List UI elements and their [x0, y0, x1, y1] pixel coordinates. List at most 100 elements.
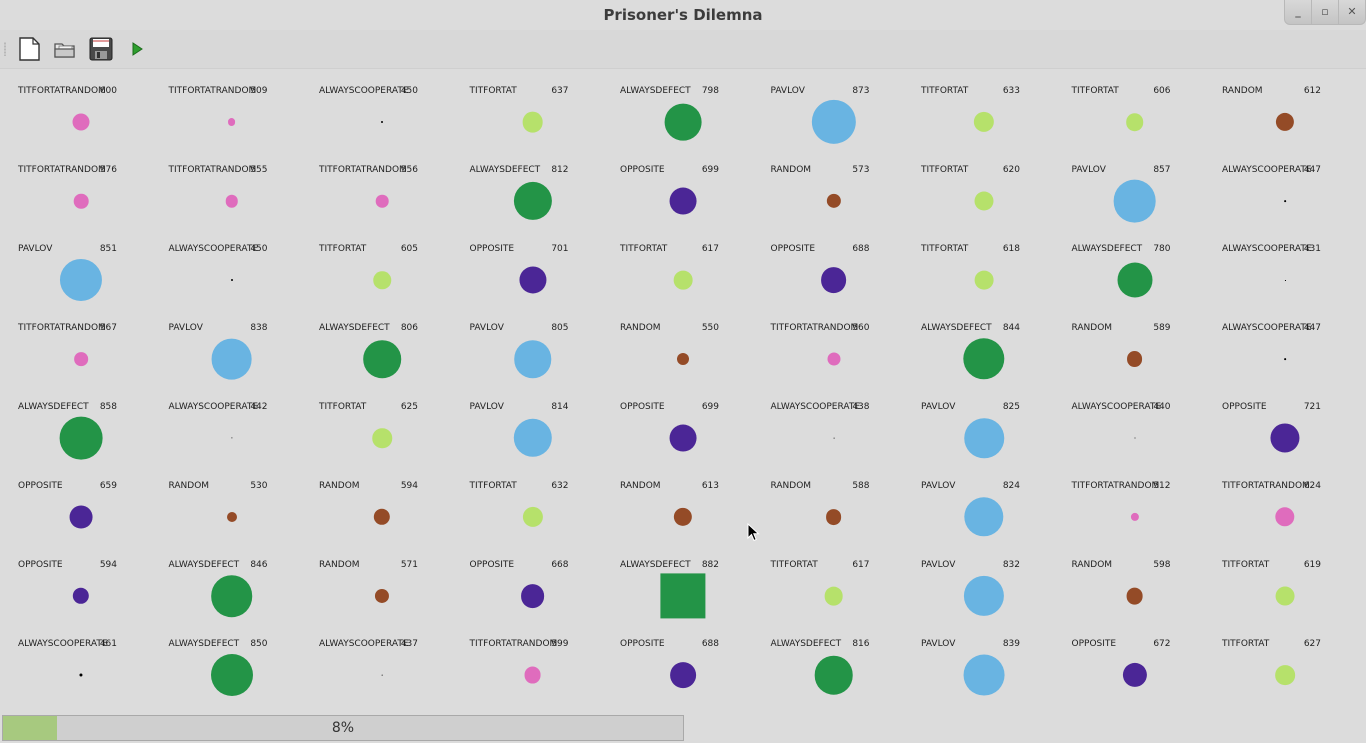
open-button[interactable]: [52, 36, 78, 62]
player-score: 555: [250, 165, 268, 175]
player-marker: [211, 338, 252, 380]
player-strategy: PAVLOV: [921, 481, 956, 491]
player-score: 672: [1153, 639, 1171, 649]
player-score: 668: [551, 560, 569, 570]
player-cell: RANDOM 573: [753, 148, 903, 227]
player-cell: RANDOM 530: [151, 464, 301, 543]
window-controls: _ ▫ ✕: [1284, 0, 1366, 25]
player-cell: ALWAYSDEFECT 812: [452, 148, 602, 227]
player-strategy: TITFORTAT: [1222, 560, 1270, 570]
player-score: 850: [250, 639, 268, 649]
player-marker: [825, 509, 842, 525]
player-strategy: OPPOSITE: [620, 165, 665, 175]
player-marker: [230, 437, 233, 439]
player-marker: [827, 352, 840, 366]
player-cell: TITFORTATRANDOM 576: [0, 148, 150, 227]
player-marker: [210, 654, 253, 696]
player-strategy: ALWAYSDEFECT: [469, 165, 541, 175]
player-cell: OPPOSITE 594: [0, 543, 150, 622]
player-strategy: PAVLOV: [921, 402, 956, 412]
player-marker: [225, 194, 238, 208]
maximize-button[interactable]: ▫: [1311, 0, 1339, 25]
player-marker: [210, 575, 253, 617]
player-marker: [373, 271, 391, 289]
player-cell: TITFORTAT 617: [602, 227, 752, 306]
player-strategy: TITFORTAT: [921, 86, 969, 96]
player-cell: ALWAYSDEFECT 858: [0, 385, 150, 464]
player-strategy: OPPOSITE: [469, 244, 515, 254]
toolbar-grip[interactable]: [4, 42, 6, 56]
player-score: 637: [551, 86, 569, 96]
player-marker: [374, 588, 390, 604]
player-score: 812: [551, 165, 569, 175]
player-marker: [524, 666, 541, 684]
player-cell: ALWAYSCOOPERATE 447: [1204, 306, 1354, 385]
player-strategy: PAVLOV: [770, 86, 805, 96]
player-marker: [373, 508, 391, 526]
player-strategy: TITFORTAT: [469, 481, 517, 491]
player-marker: [230, 279, 233, 281]
player-strategy: RANDOM: [770, 165, 812, 175]
player-score: 806: [400, 323, 418, 333]
player-score: 624: [1303, 481, 1321, 491]
player-marker: [826, 193, 841, 209]
player-marker: [59, 258, 103, 302]
player-cell: ALWAYSDEFECT 806: [301, 306, 451, 385]
player-strategy: ALWAYSDEFECT: [168, 560, 240, 570]
player-cell: TITFORTATRANDOM 556: [301, 148, 451, 227]
player-marker: [69, 505, 93, 529]
player-marker: [670, 662, 696, 688]
player-score: 632: [551, 481, 569, 491]
player-strategy: ALWAYSDEFECT: [319, 323, 390, 333]
player-cell: ALWAYSDEFECT 882: [602, 543, 752, 622]
player-cell: TITFORTATRANDOM 555: [151, 148, 301, 227]
player-score: 594: [99, 560, 117, 570]
player-score: 613: [701, 481, 719, 491]
player-score: 567: [99, 323, 117, 333]
player-score: 814: [551, 402, 569, 412]
player-score: 450: [400, 86, 418, 96]
player-strategy: ALWAYSDEFECT: [921, 323, 992, 333]
player-strategy: OPPOSITE: [469, 560, 515, 570]
player-marker: [381, 674, 383, 676]
player-score: 550: [701, 323, 719, 333]
player-score: 858: [99, 402, 117, 412]
player-cell: TITFORTAT 605: [301, 227, 451, 306]
toolbar: [0, 30, 1366, 69]
player-score: 612: [1303, 86, 1321, 96]
player-marker: [1275, 507, 1295, 527]
player-strategy: PAVLOV: [469, 402, 504, 412]
player-marker: [964, 497, 1004, 537]
player-score: 600: [99, 86, 117, 96]
player-score: 824: [1002, 481, 1020, 491]
player-marker: [1126, 351, 1143, 367]
minimize-button[interactable]: _: [1284, 0, 1312, 25]
player-cell: ALWAYSCOOPERATE 440: [1054, 385, 1204, 464]
save-button[interactable]: [88, 36, 114, 62]
player-cell: OPPOSITE 699: [602, 385, 752, 464]
player-marker: [79, 673, 83, 677]
player-cell: OPPOSITE 688: [602, 622, 752, 701]
player-cell: OPPOSITE 701: [452, 227, 602, 306]
player-marker: [964, 418, 1004, 458]
player-strategy: TITFORTAT: [319, 402, 367, 412]
player-strategy: RANDOM: [1071, 560, 1113, 570]
player-marker: [74, 352, 88, 366]
player-score: 780: [1153, 244, 1171, 254]
player-score: 798: [701, 86, 719, 96]
player-marker: [1126, 587, 1143, 605]
player-strategy: PAVLOV: [469, 323, 504, 333]
run-button[interactable]: [124, 36, 150, 62]
player-score: 825: [1002, 402, 1020, 412]
player-cell: TITFORTAT 632: [452, 464, 602, 543]
player-score: 599: [551, 639, 569, 649]
player-strategy: TITFORTAT: [1071, 86, 1119, 96]
player-score: 530: [250, 481, 268, 491]
player-score: 699: [701, 402, 719, 412]
new-file-button[interactable]: [16, 36, 42, 62]
player-marker: [1275, 665, 1295, 685]
close-button[interactable]: ✕: [1338, 0, 1366, 25]
player-cell: PAVLOV 805: [452, 306, 602, 385]
player-cell: TITFORTATRANDOM 599: [452, 622, 602, 701]
player-marker: [673, 507, 693, 527]
